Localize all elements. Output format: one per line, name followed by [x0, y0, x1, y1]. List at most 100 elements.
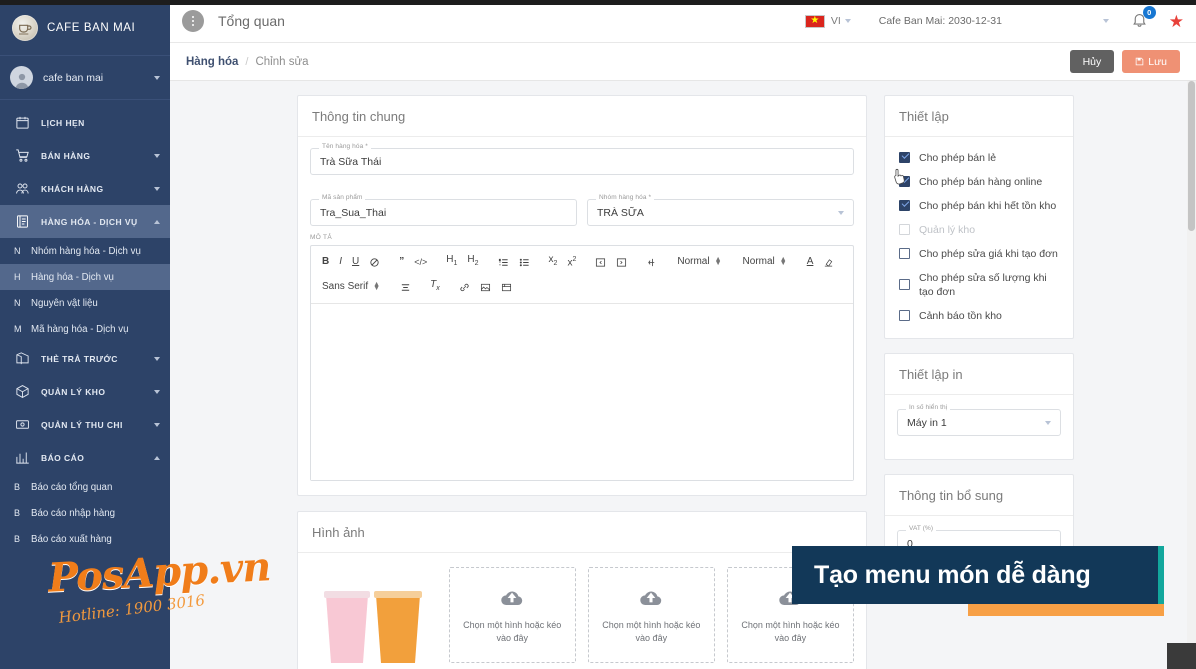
- product-code-field[interactable]: Mã sản phẩm Tra_Sua_Thai: [310, 194, 578, 226]
- heading-select[interactable]: Normal ▲ ▼: [737, 253, 793, 271]
- font-family-select[interactable]: Sans Serif ▲ ▼: [317, 278, 386, 296]
- align-icon[interactable]: [395, 280, 416, 295]
- strikethrough-icon[interactable]: [364, 255, 385, 270]
- subscript-icon[interactable]: x2: [544, 251, 563, 273]
- printer-label: In số hiển thị: [906, 404, 951, 411]
- code-block-icon[interactable]: </>: [409, 253, 432, 271]
- printer-field[interactable]: In số hiển thị Máy in 1: [897, 404, 1061, 436]
- video-icon[interactable]: [496, 280, 517, 295]
- brand-header[interactable]: CAFE BAN MAI: [0, 0, 170, 56]
- sidebar-item-hang-hoa-dich-vu[interactable]: HÀNG HÓA - DỊCH VỤ: [0, 205, 170, 238]
- subitem-label: Báo cáo nhập hàng: [31, 507, 116, 519]
- sidebar-subitem-hang-hoa[interactable]: H Hàng hóa - Dịch vụ: [0, 264, 170, 290]
- sidebar-item-the-tra-truoc[interactable]: THẺ TRẢ TRƯỚC: [0, 342, 170, 375]
- checkbox-canh-bao-ton-kho[interactable]: Cảnh báo tồn kho: [885, 304, 1073, 328]
- indent-icon[interactable]: [611, 255, 632, 270]
- goods-icon: [14, 213, 31, 230]
- checkbox-cho-phep-ban-khi-het-ton-kho[interactable]: Cho phép bán khi hết tồn kho: [885, 194, 1073, 218]
- checkbox-cho-phep-ban-hang-online[interactable]: Cho phép bán hàng online: [885, 170, 1073, 194]
- chevron-down-icon: [1102, 19, 1109, 23]
- chevron-down-icon[interactable]: [154, 186, 160, 191]
- sidebar-user[interactable]: cafe ban mai: [0, 56, 170, 100]
- thai-milk-tea-photo[interactable]: [310, 567, 437, 663]
- shop-period-selector[interactable]: Cafe Ban Mai: 2030-12-31: [879, 15, 1109, 27]
- link-icon[interactable]: [454, 280, 475, 295]
- font-color-icon[interactable]: A: [802, 253, 819, 271]
- chevron-up-icon[interactable]: [154, 455, 160, 460]
- general-info-title: Thông tin chung: [298, 96, 866, 137]
- image-icon[interactable]: [475, 280, 496, 295]
- product-name-field[interactable]: Tên hàng hóa * Trà Sữa Thái: [310, 143, 854, 175]
- description-editor[interactable]: B I U ” </> H1 H2 x2 x2 Normal ▲ ▼ Norma…: [310, 245, 854, 481]
- sidebar-item-khach-hang[interactable]: KHÁCH HÀNG: [0, 172, 170, 205]
- breadcrumb-parent[interactable]: Hàng hóa: [186, 56, 238, 68]
- cancel-button[interactable]: Hủy: [1069, 50, 1115, 73]
- sidebar-subitem-nguyen-vat-lieu[interactable]: N Nguyên vật liệu: [0, 290, 170, 316]
- bold-icon[interactable]: B: [317, 253, 334, 271]
- bullet-list-icon[interactable]: [514, 255, 535, 270]
- superscript-icon[interactable]: x2: [562, 251, 581, 272]
- underline-icon[interactable]: U: [347, 253, 364, 271]
- sidebar-item-lich-hen[interactable]: LỊCH HẸN: [0, 106, 170, 139]
- image-dropzone-1[interactable]: Chọn một hình hoặc kéo vào đây: [448, 567, 576, 663]
- product-group-field[interactable]: Nhóm hàng hóa * TRÀ SỮA: [586, 194, 854, 226]
- checkbox-box[interactable]: [899, 200, 910, 211]
- checkbox-cho-phep-sua-so-luong[interactable]: Cho phép sửa số lượng khi tạo đơn: [885, 266, 1073, 304]
- heading-2-icon[interactable]: H2: [462, 251, 483, 273]
- sidebar-item-bao-cao[interactable]: BÁO CÁO: [0, 441, 170, 474]
- notifications-button[interactable]: 0: [1131, 6, 1156, 31]
- sidebar-subitem-bao-cao-xuat-hang[interactable]: B Báo cáo xuất hàng: [0, 526, 170, 552]
- vertical-scrollbar[interactable]: [1187, 81, 1196, 669]
- highlight-icon[interactable]: [818, 255, 839, 270]
- scrollbar-thumb[interactable]: [1188, 81, 1195, 231]
- sidebar-item-ban-hang[interactable]: BÁN HÀNG: [0, 139, 170, 172]
- window-top-strip: [0, 0, 1196, 5]
- checkbox-box[interactable]: [899, 176, 910, 187]
- product-group-select[interactable]: TRÀ SỮA: [586, 199, 854, 226]
- sidebar-subitem-nhom-hang-hoa[interactable]: N Nhóm hàng hóa - Dịch vụ: [0, 238, 170, 264]
- product-code-label: Mã sản phẩm: [319, 194, 366, 201]
- kebab-menu-icon[interactable]: [182, 10, 204, 32]
- italic-icon[interactable]: I: [334, 253, 347, 271]
- favorite-star-icon[interactable]: ★: [1169, 13, 1184, 30]
- description-textarea[interactable]: [311, 304, 853, 480]
- stepper-arrows-icon: ▲ ▼: [714, 256, 722, 267]
- save-button[interactable]: Lưu: [1122, 50, 1180, 73]
- dropzone-text: Chọn một hình hoặc kéo vào đây: [602, 620, 701, 643]
- product-group-label: Nhóm hàng hóa *: [595, 194, 655, 201]
- sidebar-subitem-bao-cao-tong-quan[interactable]: B Báo cáo tổng quan: [0, 474, 170, 500]
- checkbox-box[interactable]: [899, 248, 910, 259]
- images-row: Chọn một hình hoặc kéo vào đây Chọn một …: [298, 553, 866, 663]
- sidebar-subitem-ma-hang-hoa[interactable]: M Mã hàng hóa - Dịch vụ: [0, 316, 170, 342]
- text-direction-icon[interactable]: [641, 255, 662, 270]
- clear-format-icon[interactable]: Tx: [425, 276, 445, 298]
- printer-select[interactable]: Máy in 1: [897, 409, 1061, 436]
- chevron-down-icon[interactable]: [154, 356, 160, 361]
- chevron-down-icon[interactable]: [154, 153, 160, 158]
- checkbox-box[interactable]: [899, 279, 910, 290]
- chevron-down-icon[interactable]: [154, 422, 160, 427]
- language-selector[interactable]: VI: [831, 15, 851, 27]
- chevron-down-icon[interactable]: [154, 389, 160, 394]
- sidebar-subitem-bao-cao-nhap-hang[interactable]: B Báo cáo nhập hàng: [0, 500, 170, 526]
- checkbox-cho-phep-ban-le[interactable]: Cho phép bán lẻ: [885, 146, 1073, 170]
- sidebar-item-quan-ly-thu-chi[interactable]: QUẢN LÝ THU CHI: [0, 408, 170, 441]
- checkbox-box[interactable]: [899, 310, 910, 321]
- size-select[interactable]: Normal ▲ ▼: [671, 253, 727, 271]
- chevron-down-icon[interactable]: [154, 75, 160, 80]
- checkbox-box[interactable]: [899, 152, 910, 163]
- image-dropzone-2[interactable]: Chọn một hình hoặc kéo vào đây: [587, 567, 715, 663]
- checkbox-cho-phep-sua-gia[interactable]: Cho phép sửa giá khi tạo đơn: [885, 242, 1073, 266]
- outdent-icon[interactable]: [590, 255, 611, 270]
- chevron-up-icon[interactable]: [154, 219, 160, 224]
- product-code-value[interactable]: Tra_Sua_Thai: [310, 199, 578, 226]
- blockquote-icon[interactable]: ”: [394, 253, 409, 271]
- sidebar-item-quan-ly-kho[interactable]: QUẢN LÝ KHO: [0, 375, 170, 408]
- calendar-icon: [14, 114, 31, 131]
- heading-1-icon[interactable]: H1: [441, 251, 462, 273]
- ordered-list-icon[interactable]: [493, 255, 514, 270]
- general-info-card: Thông tin chung Tên hàng hóa * Trà Sữa T…: [297, 95, 867, 496]
- subitem-prefix: B: [14, 534, 21, 544]
- product-name-value[interactable]: Trà Sữa Thái: [310, 148, 854, 175]
- save-disk-icon: [1136, 57, 1144, 66]
